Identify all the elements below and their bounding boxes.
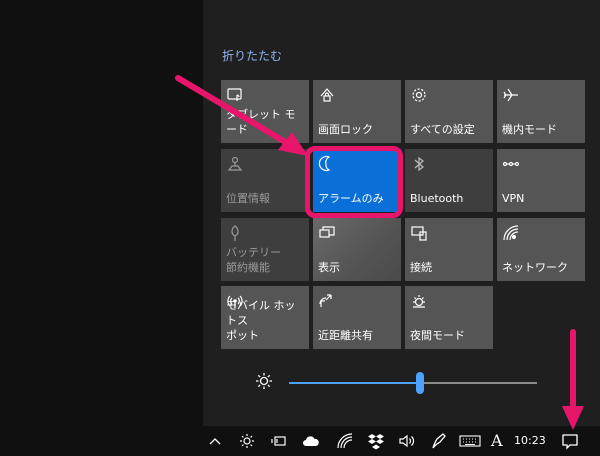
tile-label: ネットワーク: [502, 261, 568, 274]
onedrive-cloud-icon[interactable]: [302, 432, 320, 450]
battery-saver-icon: [226, 224, 244, 242]
tile-mobile-hotspot[interactable]: モバイル ホットス ポット: [221, 286, 309, 349]
brightness-slider-fill: [289, 382, 420, 384]
brightness-slider-track[interactable]: [289, 382, 537, 384]
tile-label: 画面ロック: [318, 123, 373, 136]
tile-label: タブレット モード: [226, 108, 296, 136]
gear-icon: [410, 86, 428, 104]
tile-night-light[interactable]: 夜間モード: [405, 286, 493, 349]
project-display-icon: [318, 224, 336, 242]
tile-label: 近距離共有: [318, 329, 373, 342]
wifi-icon[interactable]: [336, 432, 354, 450]
bluetooth-icon: [410, 155, 428, 173]
vpn-icon: [502, 155, 520, 173]
collapse-link[interactable]: 折りたたむ: [222, 47, 282, 64]
tile-vpn[interactable]: VPN: [497, 149, 585, 212]
tile-nearby-sharing[interactable]: 近距離共有: [313, 286, 401, 349]
tile-label: 機内モード: [502, 123, 557, 136]
keyboard-icon[interactable]: [459, 432, 481, 450]
location-icon: [226, 155, 244, 173]
tile-label: Bluetooth: [410, 192, 464, 205]
tile-label: VPN: [502, 192, 525, 205]
nearby-sharing-icon: [318, 292, 336, 310]
tile-label: 表示: [318, 261, 340, 274]
brightness-row: [203, 362, 600, 402]
ime-indicator[interactable]: A: [491, 431, 503, 450]
tile-rotation-lock[interactable]: 画面ロック: [313, 80, 401, 143]
tablet-mode-icon: [226, 86, 244, 104]
volume-icon[interactable]: [398, 432, 416, 450]
clock[interactable]: 10:23: [514, 434, 546, 447]
tile-airplane-mode[interactable]: 機内モード: [497, 80, 585, 143]
pen-icon[interactable]: [430, 432, 448, 450]
brightness-tray-icon[interactable]: [238, 432, 256, 450]
tile-network[interactable]: ネットワーク: [497, 218, 585, 281]
network-icon: [502, 224, 520, 242]
tile-bluetooth[interactable]: Bluetooth: [405, 149, 493, 212]
action-center-button[interactable]: [556, 426, 584, 456]
tile-connect[interactable]: 接続: [405, 218, 493, 281]
battery-icon[interactable]: [270, 432, 288, 450]
chevron-up-icon[interactable]: [206, 432, 224, 450]
tile-label: すべての設定: [410, 123, 475, 136]
tile-label: モバイル ホットス ポット: [226, 299, 296, 342]
night-light-icon: [410, 292, 428, 310]
tile-label: 夜間モード: [410, 329, 465, 342]
connect-icon: [410, 224, 428, 242]
taskbar: A 10:23: [0, 426, 600, 456]
tile-project-display[interactable]: 表示: [313, 218, 401, 281]
tile-label: バッテリー 節約機能: [226, 246, 281, 274]
highlight-box: [305, 146, 403, 218]
tile-location[interactable]: 位置情報: [221, 149, 309, 212]
airplane-icon: [502, 86, 520, 104]
brightness-icon: [255, 372, 273, 390]
brightness-slider-thumb[interactable]: [416, 372, 424, 394]
tile-tablet-mode[interactable]: タブレット モード: [221, 80, 309, 143]
tile-all-settings[interactable]: すべての設定: [405, 80, 493, 143]
rotation-lock-icon: [318, 86, 336, 104]
dropbox-icon[interactable]: [367, 432, 385, 450]
tile-label: 接続: [410, 261, 432, 274]
action-center-icon: [561, 432, 579, 450]
tile-label: 位置情報: [226, 192, 270, 205]
tile-battery-saver[interactable]: バッテリー 節約機能: [221, 218, 309, 281]
